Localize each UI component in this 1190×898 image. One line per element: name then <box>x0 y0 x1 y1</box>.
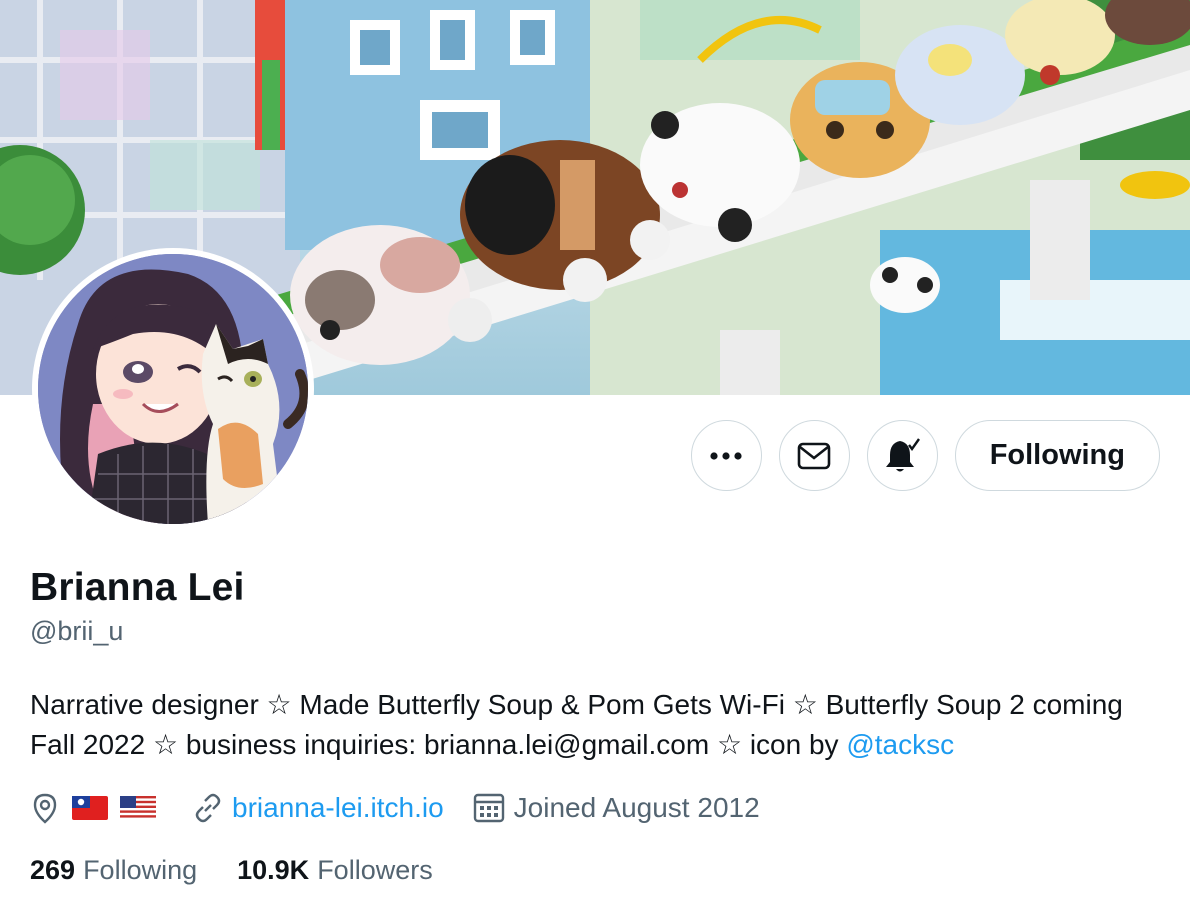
us-flag-icon <box>120 796 156 820</box>
calendar-icon <box>473 793 504 823</box>
location <box>30 792 164 824</box>
location-pin-icon <box>33 793 57 824</box>
profile-actions: Following <box>690 420 1160 491</box>
taiwan-flag-icon <box>72 796 108 820</box>
bio-text: Narrative designer ☆ Made Butterfly Soup… <box>30 689 1123 760</box>
website: brianna-lei.itch.io <box>192 792 444 824</box>
website-link[interactable]: brianna-lei.itch.io <box>232 792 444 824</box>
mail-icon <box>797 442 831 469</box>
profile-avatar[interactable] <box>32 248 314 530</box>
more-icon <box>710 451 742 460</box>
following-label: Following <box>83 855 198 885</box>
bio-mention-link[interactable]: @tacksc <box>846 729 954 760</box>
user-handle: @brii_u <box>30 616 124 646</box>
followers-label: Followers <box>317 855 433 885</box>
display-name: Brianna Lei <box>30 566 245 609</box>
profile-stats: 269 Following 10.9K Followers <box>30 855 473 886</box>
link-icon <box>195 793 221 823</box>
followers-stat[interactable]: 10.9K Followers <box>237 855 433 886</box>
profile-meta: brianna-lei.itch.io Joined August 2012 <box>30 788 788 828</box>
avatar-illustration <box>38 254 308 524</box>
following-count: 269 <box>30 855 76 885</box>
join-date-text: Joined August 2012 <box>513 792 760 823</box>
following-stat[interactable]: 269 Following <box>30 855 197 886</box>
bell-check-icon <box>886 437 921 471</box>
join-date: Joined August 2012 <box>472 792 760 824</box>
notifications-button[interactable] <box>866 420 938 491</box>
followers-count: 10.9K <box>237 855 310 885</box>
message-button[interactable] <box>778 420 850 491</box>
profile-bio: Narrative designer ☆ Made Butterfly Soup… <box>30 685 1160 765</box>
following-button[interactable]: Following <box>954 420 1160 491</box>
more-button[interactable] <box>690 420 762 491</box>
